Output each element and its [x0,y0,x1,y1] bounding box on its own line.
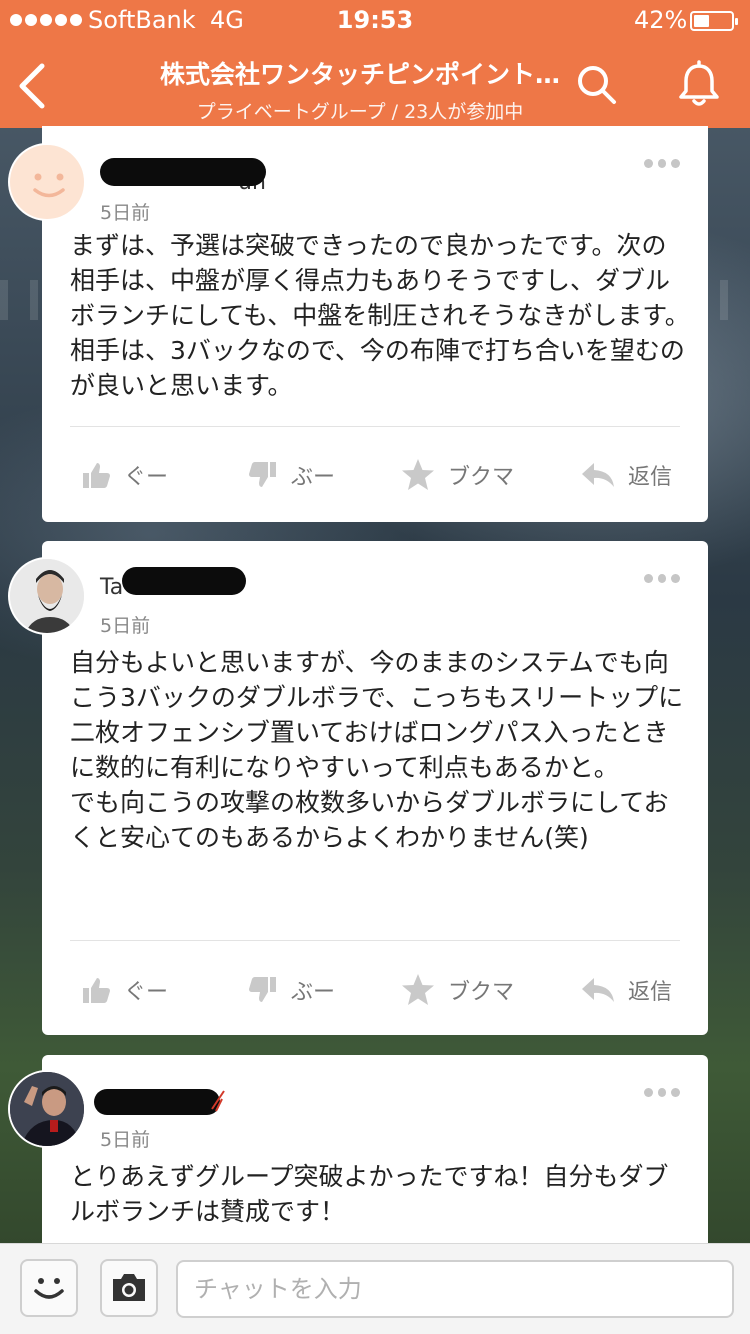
battery-percent: 42% [634,6,688,34]
reply-arrow-icon [582,463,614,487]
post-card: Ta 5日前 自分もよいと思いますが、今のままのシステムでも向こう3バックのダブ… [42,541,708,1035]
reply-button[interactable]: 返信 [580,968,672,1012]
post-actions: ぐー ぶー ブクマ 返信 [42,968,708,1012]
chevron-left-icon [19,63,45,109]
bookmark-button[interactable]: ブクマ [400,968,514,1012]
back-button[interactable] [14,60,54,112]
avatar[interactable] [8,143,86,221]
chat-bar [0,1243,750,1334]
star-icon [402,459,434,490]
redacted-author-name [100,158,266,186]
bad-button[interactable]: ぶー [247,453,335,497]
post-body: とりあえずグループ突破よかったですね！自分もダブルボランチは賛成です！ [70,1162,669,1226]
chat-input[interactable] [176,1260,734,1318]
notification-button[interactable] [672,58,726,112]
reply-arrow-icon [582,978,614,1002]
reply-label: 返信 [628,465,673,490]
stamp-button[interactable] [20,1259,78,1317]
post-divider [70,426,680,427]
post-card: un 5日前 まずは、予選は突破できったので良かったです。次の相手は、中盤が厚く… [42,126,708,522]
group-title: 株式会社ワンタッチピンポイント… [159,60,560,89]
thumbs-up-icon [83,978,110,1003]
bad-button[interactable]: ぶー [247,968,335,1012]
redacted-author-name [122,567,246,595]
post-divider [70,940,680,941]
post-body: まずは、予選は突破できったので良かったです。次の相手は、中盤が厚く得点力もありそ… [70,231,690,400]
battery-fill [694,15,709,27]
avatar[interactable] [8,1070,86,1148]
good-label: ぐー [124,980,169,1005]
thumbs-up-icon [83,463,110,488]
good-label: ぐー [124,465,169,490]
bad-label: ぶー [291,465,336,490]
bookmark-label: ブクマ [448,980,515,1005]
good-button[interactable]: ぐー [80,968,168,1012]
red-scribble-mark [211,1090,225,1112]
post-body: 自分もよいと思いますが、今のままのシステムでも向こう3バックのダブルボラで、こっ… [70,648,684,852]
bookmark-button[interactable]: ブクマ [400,453,514,497]
reply-button[interactable]: 返信 [580,453,672,497]
more-options-button[interactable] [644,159,681,173]
status-bar: SoftBank 4G 19:53 42% [0,0,750,40]
thumbs-down-icon [249,462,276,487]
post-time: 5日前 [100,615,151,637]
bell-icon [679,60,719,106]
header-title-area: 株式会社ワンタッチピンポイント… プライベートグループ / 23人が参加中 [100,55,620,124]
star-icon [402,974,434,1005]
good-button[interactable]: ぐー [80,453,168,497]
post-card: 5日前 とりあえずグループ突破よかったですね！自分もダブルボランチは賛成です！ [42,1055,708,1255]
post-time: 5日前 [100,1129,151,1151]
search-button[interactable] [572,60,622,110]
battery-icon [690,11,738,31]
thumbs-down-icon [249,977,276,1002]
post-time: 5日前 [100,202,151,224]
search-icon [578,66,616,104]
author-name-fragment: Ta [100,575,124,600]
camera-button[interactable] [100,1259,158,1317]
redacted-author-name [94,1089,220,1115]
header: SoftBank 4G 19:53 42% 株式会社ワンタッチピンポイント… プ… [0,0,750,128]
reply-label: 返信 [628,980,673,1005]
more-options-button[interactable] [644,1088,681,1102]
camera-icon [113,1274,145,1301]
smiley-icon [34,1278,64,1299]
more-options-button[interactable] [644,574,681,588]
bookmark-label: ブクマ [448,465,515,490]
post-actions: ぐー ぶー ブクマ 返信 [42,453,708,497]
group-subtitle: プライベートグループ / 23人が参加中 [196,101,524,123]
avatar[interactable] [8,557,86,635]
bad-label: ぶー [291,980,336,1005]
